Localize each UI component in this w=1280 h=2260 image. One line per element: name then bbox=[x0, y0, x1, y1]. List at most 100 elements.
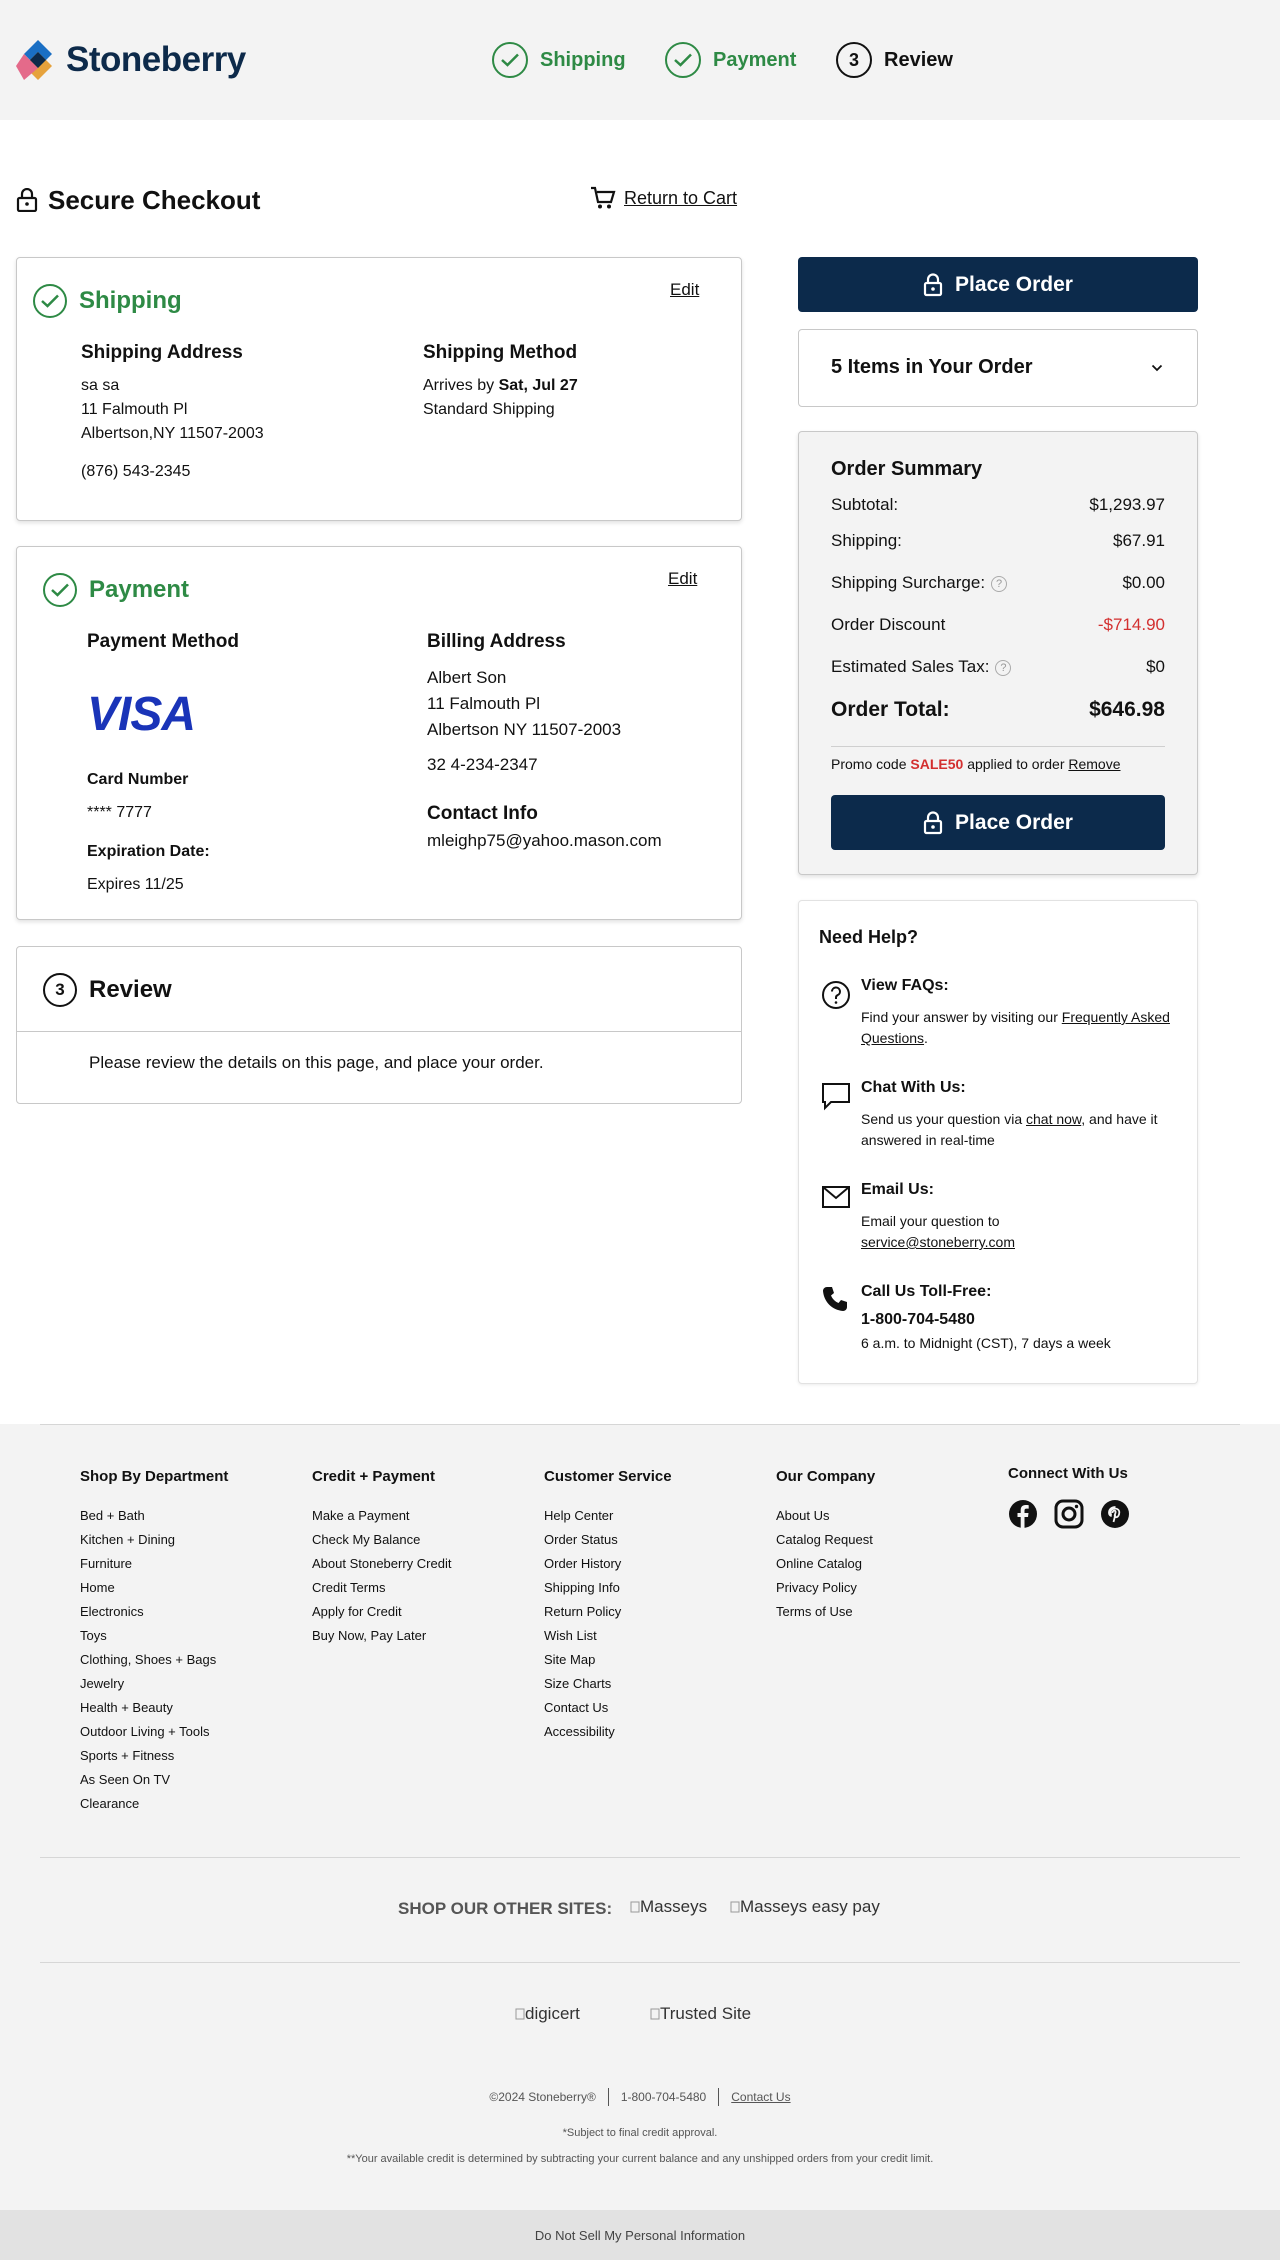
footer-link[interactable]: Bed + Bath bbox=[80, 1508, 145, 1523]
footer-link[interactable]: Site Map bbox=[544, 1652, 595, 1667]
stoneberry-logo[interactable]: Stoneberry bbox=[16, 38, 246, 82]
email-icon bbox=[822, 1186, 850, 1208]
footer-link[interactable]: Contact Us bbox=[544, 1700, 608, 1715]
footer-link[interactable]: Electronics bbox=[80, 1604, 144, 1619]
chat-now-link[interactable]: chat now bbox=[1026, 1111, 1081, 1127]
place-order-button-bottom[interactable]: Place Order bbox=[831, 795, 1165, 850]
call-hours: 6 a.m. to Midnight (CST), 7 days a week bbox=[861, 1335, 1111, 1351]
shipping-phone: (876) 543-2345 bbox=[81, 463, 191, 480]
lock-icon bbox=[923, 272, 943, 296]
footer-phone[interactable]: 1-800-704-5480 bbox=[621, 2090, 706, 2104]
check-icon bbox=[33, 284, 67, 318]
help-icon[interactable]: ? bbox=[991, 575, 1008, 592]
shipping-address: sa sa 11 Falmouth Pl Albertson,NY 11507-… bbox=[81, 377, 264, 442]
instagram-icon[interactable] bbox=[1054, 1499, 1084, 1529]
footer-link[interactable]: Accessibility bbox=[544, 1724, 615, 1739]
footer-link[interactable]: Clothing, Shoes + Bags bbox=[80, 1652, 216, 1667]
order-summary: Order Summary Subtotal: $1,293.97 Shippi… bbox=[798, 431, 1198, 875]
footer-link[interactable]: Online Catalog bbox=[776, 1556, 862, 1571]
call-number[interactable]: 1-800-704-5480 bbox=[861, 1311, 975, 1329]
footer-link[interactable]: Return Policy bbox=[544, 1604, 621, 1619]
email-link[interactable]: service@stoneberry.com bbox=[861, 1234, 1015, 1250]
footer-link[interactable]: Privacy Policy bbox=[776, 1580, 857, 1595]
footer-link[interactable]: Order History bbox=[544, 1556, 621, 1571]
email-title: Email Us: bbox=[861, 1181, 934, 1198]
card-number: **** 7777 bbox=[87, 804, 152, 821]
items-summary: 5 Items in Your Order bbox=[831, 356, 1033, 378]
summary-row-tax: Estimated Sales Tax:? $0 bbox=[831, 657, 1165, 676]
footer-link[interactable]: Help Center bbox=[544, 1508, 613, 1523]
order-items-toggle[interactable]: 5 Items in Your Order bbox=[798, 329, 1198, 407]
step-payment[interactable]: Payment bbox=[665, 40, 796, 80]
footer-link[interactable]: Wish List bbox=[544, 1628, 597, 1643]
connect-title: Connect With Us bbox=[1008, 1465, 1128, 1482]
pinterest-icon[interactable] bbox=[1100, 1499, 1130, 1529]
shipping-method: Standard Shipping bbox=[423, 401, 555, 418]
step-label: Payment bbox=[713, 48, 797, 71]
footer-link[interactable]: Toys bbox=[80, 1628, 107, 1643]
contact-email: mleighp75@yahoo.mason.com bbox=[427, 831, 662, 850]
footer-link[interactable]: Shipping Info bbox=[544, 1580, 620, 1595]
promo-applied: Promo code SALE50 applied to order Remov… bbox=[831, 756, 1121, 772]
footer-link[interactable]: Home bbox=[80, 1580, 115, 1595]
footer-link[interactable]: Terms of Use bbox=[776, 1604, 853, 1619]
copyright: ©2024 Stoneberry® bbox=[489, 2090, 596, 2104]
footer-link[interactable]: Outdoor Living + Tools bbox=[80, 1724, 209, 1739]
step-shipping[interactable]: Shipping bbox=[492, 40, 626, 80]
footer-link[interactable]: Kitchen + Dining bbox=[80, 1532, 175, 1547]
footer-link[interactable]: About Us bbox=[776, 1508, 829, 1523]
review-message: Please review the details on this page, … bbox=[89, 1053, 544, 1072]
place-order-button[interactable]: Place Order bbox=[798, 257, 1198, 312]
digicert-badge[interactable]: digicert bbox=[515, 2004, 580, 2024]
step-review: 3 Review bbox=[836, 40, 953, 80]
trusted-site-badge[interactable]: Trusted Site bbox=[650, 2004, 751, 2024]
order-total: Order Total: $646.98 bbox=[831, 698, 1165, 721]
check-icon bbox=[665, 42, 701, 78]
review-section: 3 Review Please review the details on th… bbox=[16, 946, 742, 1104]
footer-link[interactable]: Clearance bbox=[80, 1796, 139, 1811]
lock-icon bbox=[16, 188, 38, 212]
footer-link[interactable]: Size Charts bbox=[544, 1676, 611, 1691]
divider bbox=[40, 1857, 1240, 1858]
email-text: Email your question to service@stoneberr… bbox=[861, 1213, 1015, 1250]
footer-contact-link[interactable]: Contact Us bbox=[731, 2090, 790, 2104]
footer-link[interactable]: Make a Payment bbox=[312, 1508, 410, 1523]
chat-text: Send us your question via chat now, and … bbox=[861, 1111, 1158, 1148]
logo-text: Stoneberry bbox=[66, 40, 246, 79]
help-icon[interactable]: ? bbox=[995, 659, 1012, 676]
footer-link[interactable]: Health + Beauty bbox=[80, 1700, 173, 1715]
edit-shipping-link[interactable]: Edit bbox=[670, 280, 699, 300]
footer-link[interactable]: Sports + Fitness bbox=[80, 1748, 174, 1763]
stoneberry-logo-icon bbox=[16, 40, 52, 80]
footer-link[interactable]: Order Status bbox=[544, 1532, 618, 1547]
checkout-header: Stoneberry Shipping Payment 3 Review bbox=[0, 0, 1280, 120]
footer-link[interactable]: Check My Balance bbox=[312, 1532, 420, 1547]
contact-info-label: Contact Info bbox=[427, 803, 538, 824]
footer-link[interactable]: As Seen On TV bbox=[80, 1772, 170, 1787]
faq-title: View FAQs: bbox=[861, 977, 949, 994]
footer-col-title: Our Company bbox=[776, 1468, 876, 1485]
return-to-cart-link[interactable]: Return to Cart bbox=[590, 184, 737, 212]
footer-link[interactable]: About Stoneberry Credit bbox=[312, 1556, 451, 1571]
do-not-sell-link[interactable]: Do Not Sell My Personal Information bbox=[535, 2228, 745, 2243]
step-number: 3 bbox=[43, 973, 77, 1007]
footer-link[interactable]: Jewelry bbox=[80, 1676, 124, 1691]
payment-heading: Payment bbox=[43, 573, 189, 607]
facebook-icon[interactable] bbox=[1008, 1499, 1038, 1529]
footer-link[interactable]: Buy Now, Pay Later bbox=[312, 1628, 426, 1643]
summary-row-surcharge: Shipping Surcharge:? $0.00 bbox=[831, 573, 1165, 592]
footer-link[interactable]: Apply for Credit bbox=[312, 1604, 402, 1619]
edit-payment-link[interactable]: Edit bbox=[668, 569, 697, 589]
help-title: Need Help? bbox=[819, 927, 919, 947]
need-help-panel: Need Help? View FAQs: Find your answer b… bbox=[798, 900, 1198, 1384]
shipping-heading: Shipping bbox=[33, 284, 182, 318]
footer-link[interactable]: Credit Terms bbox=[312, 1580, 385, 1595]
masseys-easy-pay-logo[interactable]: Masseys easy pay bbox=[730, 1897, 880, 1917]
footer-link[interactable]: Catalog Request bbox=[776, 1532, 873, 1547]
question-icon bbox=[822, 981, 850, 1009]
footer-link[interactable]: Furniture bbox=[80, 1556, 132, 1571]
summary-row-subtotal: Subtotal: $1,293.97 bbox=[831, 495, 1165, 514]
remove-promo-link[interactable]: Remove bbox=[1068, 756, 1120, 772]
expiration-label: Expiration Date: bbox=[87, 843, 210, 860]
masseys-logo[interactable]: Masseys bbox=[630, 1897, 707, 1917]
